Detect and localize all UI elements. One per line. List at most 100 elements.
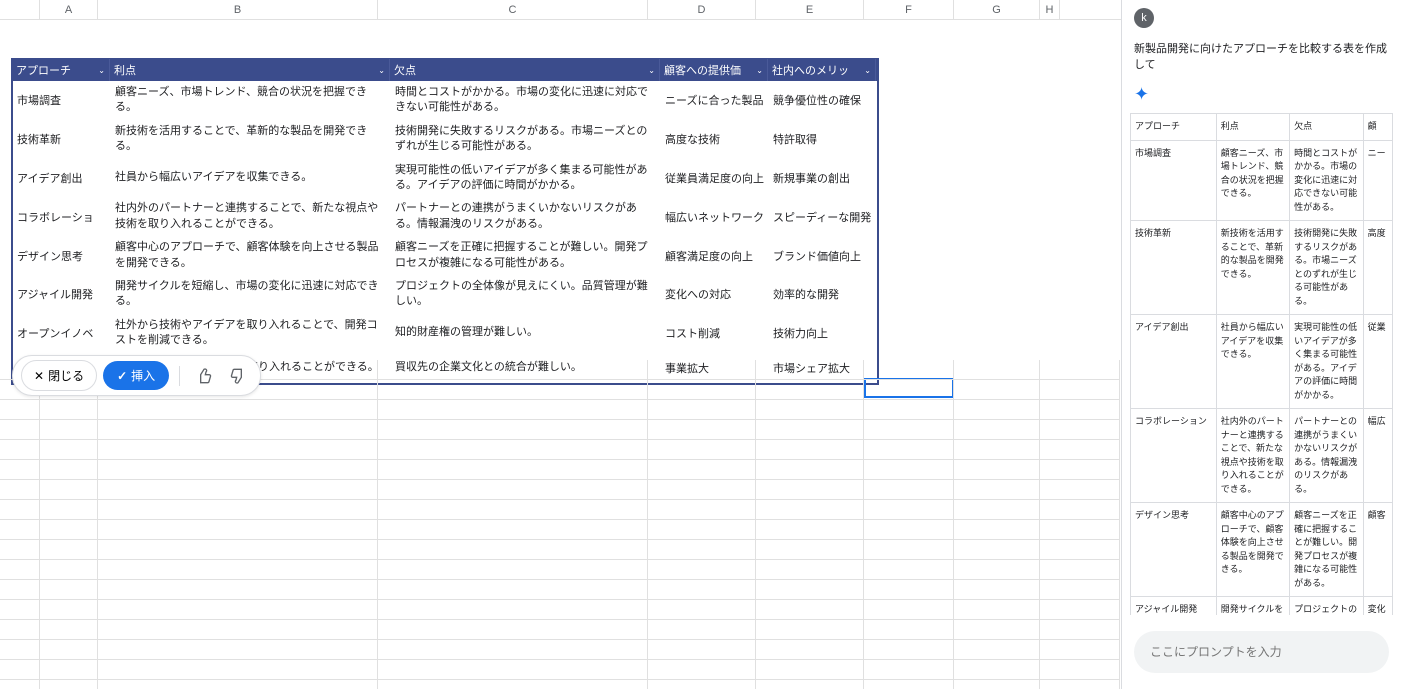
table-cell[interactable]: 効率的な開発: [769, 275, 877, 314]
table-cell[interactable]: 特許取得: [769, 120, 877, 159]
col-header-e[interactable]: E: [756, 0, 864, 19]
sidebar-table-row: アジャイル開発開発サイクルを短縮し、市場の変化に迅速に対応できる。プロジェクトの…: [1131, 597, 1393, 616]
sidebar-table-cell: 変化: [1363, 597, 1392, 616]
table-cell[interactable]: スピーディーな開発: [769, 197, 877, 236]
table-row[interactable]: アジャイル開発開発サイクルを短縮し、市場の変化に迅速に対応できる。プロジェクトの…: [12, 275, 878, 314]
sparkle-icon: ✦: [1122, 84, 1401, 113]
table-cell[interactable]: アジャイル開発: [13, 275, 111, 314]
sidebar-table-cell: 技術開発に失敗するリスクがある。市場ニーズとのずれが生じる可能性がある。: [1290, 221, 1363, 315]
prompt-input[interactable]: [1134, 631, 1389, 673]
sidebar-table-row: 市場調査顧客ニーズ、市場トレンド、競合の状況を把握できる。時間とコストがかかる。…: [1131, 140, 1393, 221]
col-header-c[interactable]: C: [378, 0, 648, 19]
table-cell[interactable]: 顧客ニーズを正確に把握することが難しい。開発プロセスが複雑になる可能性がある。: [391, 236, 661, 275]
sidebar-table: アプローチ 利点 欠点 顧 市場調査顧客ニーズ、市場トレンド、競合の状況を把握で…: [1130, 113, 1393, 615]
table-cell[interactable]: 技術革新: [13, 120, 111, 159]
header-customer[interactable]: 顧客への提供価⌄: [660, 59, 768, 81]
table-cell[interactable]: 変化への対応: [661, 275, 769, 314]
table-cell[interactable]: コスト削減: [661, 314, 769, 353]
header-cons[interactable]: 欠点 ⌄: [390, 59, 660, 81]
filter-icon[interactable]: ⌄: [864, 66, 871, 75]
thumbs-down-icon: [230, 368, 246, 384]
empty-grid-region[interactable]: [0, 360, 1121, 689]
table-cell[interactable]: 顧客ニーズ、市場トレンド、競合の状況を把握できる。: [111, 81, 391, 120]
table-cell[interactable]: 顧客中心のアプローチで、顧客体験を向上させる製品を開発できる。: [111, 236, 391, 275]
table-header-row: アプローチ⌄ 利点⌄ 欠点 ⌄ 顧客への提供価⌄ 社内へのメリッ⌄: [12, 59, 878, 81]
filter-icon[interactable]: ⌄: [648, 66, 655, 75]
data-table: アプローチ⌄ 利点⌄ 欠点⌄ 顧客への提供価⌄ 社内へのメリッ⌄ 市場調査顧客ニ…: [11, 58, 879, 385]
table-cell[interactable]: 知的財産権の管理が難しい。: [391, 314, 661, 353]
col-header-a[interactable]: A: [40, 0, 98, 19]
sidebar-table-cell: プロジェクトの全体像が見えにくい。品質管理が難しい。: [1290, 597, 1363, 616]
table-cell[interactable]: 開発サイクルを短縮し、市場の変化に迅速に対応できる。: [111, 275, 391, 314]
header-cons-label: 欠点: [394, 62, 416, 78]
col-header-f[interactable]: F: [864, 0, 954, 19]
thumbs-down-button[interactable]: [224, 362, 252, 390]
table-row[interactable]: 技術革新新技術を活用することで、革新的な製品を開発できる。技術開発に失敗するリス…: [12, 120, 878, 159]
table-row[interactable]: 市場調査顧客ニーズ、市場トレンド、競合の状況を把握できる。時間とコストがかかる。…: [12, 81, 878, 120]
table-cell[interactable]: 新規事業の創出: [769, 159, 877, 198]
col-header-d[interactable]: D: [648, 0, 756, 19]
thumbs-up-icon: [196, 368, 212, 384]
table-cell[interactable]: 技術力向上: [769, 314, 877, 353]
table-cell[interactable]: ニーズに合った製品: [661, 81, 769, 120]
col-header-b[interactable]: B: [98, 0, 378, 19]
table-cell[interactable]: 従業員満足度の向上: [661, 159, 769, 198]
header-pros[interactable]: 利点⌄: [110, 59, 390, 81]
table-cell[interactable]: アイデア創出: [13, 159, 111, 198]
side-header-customer: 顧: [1363, 114, 1392, 141]
col-header-h[interactable]: H: [1040, 0, 1060, 19]
table-cell[interactable]: 市場調査: [13, 81, 111, 120]
table-cell[interactable]: 社員から幅広いアイデアを収集できる。: [111, 159, 391, 198]
insert-button[interactable]: 挿入: [103, 361, 169, 390]
filter-icon[interactable]: ⌄: [756, 66, 763, 75]
table-cell[interactable]: 社外から技術やアイデアを取り入れることで、開発コストを削減できる。: [111, 314, 391, 353]
sidebar-table-header: アプローチ 利点 欠点 顧: [1131, 114, 1393, 141]
ai-sidebar: k 新製品開発に向けたアプローチを比較する表を作成して ✦ アプローチ 利点 欠…: [1121, 0, 1401, 689]
side-header-pros: 利点: [1216, 114, 1289, 141]
table-cell[interactable]: 顧客満足度の向上: [661, 236, 769, 275]
table-row[interactable]: デザイン思考顧客中心のアプローチで、顧客体験を向上させる製品を開発できる。顧客ニ…: [12, 236, 878, 275]
table-cell[interactable]: プロジェクトの全体像が見えにくい。品質管理が難しい。: [391, 275, 661, 314]
table-row[interactable]: コラボレーショ社内外のパートナーと連携することで、新たな視点や技術を取り入れるこ…: [12, 197, 878, 236]
close-label: 閉じる: [48, 367, 84, 384]
sidebar-table-cell: 市場調査: [1131, 140, 1217, 221]
table-cell[interactable]: 高度な技術: [661, 120, 769, 159]
sidebar-table-row: アイデア創出社員から幅広いアイデアを収集できる。実現可能性の低いアイデアが多く集…: [1131, 315, 1393, 409]
table-cell[interactable]: コラボレーショ: [13, 197, 111, 236]
col-header-g[interactable]: G: [954, 0, 1040, 19]
table-cell[interactable]: 時間とコストがかかる。市場の変化に迅速に対応できない可能性がある。: [391, 81, 661, 120]
sidebar-table-cell: 時間とコストがかかる。市場の変化に迅速に対応できない可能性がある。: [1290, 140, 1363, 221]
table-cell[interactable]: 実現可能性の低いアイデアが多く集まる可能性がある。アイデアの評価に時間がかかる。: [391, 159, 661, 198]
sidebar-table-cell: 実現可能性の低いアイデアが多く集まる可能性がある。アイデアの評価に時間がかかる。: [1290, 315, 1363, 409]
table-cell[interactable]: 新技術を活用することで、革新的な製品を開発できる。: [111, 120, 391, 159]
header-approach[interactable]: アプローチ⌄: [12, 59, 110, 81]
thumbs-up-button[interactable]: [190, 362, 218, 390]
sidebar-table-cell: 幅広: [1363, 409, 1392, 503]
sidebar-table-cell: デザイン思考: [1131, 503, 1217, 597]
table-cell[interactable]: オープンイノベ: [13, 314, 111, 353]
select-all-corner[interactable]: [0, 0, 40, 19]
side-header-cons: 欠点: [1290, 114, 1363, 141]
column-headers: A B C D E F G H: [0, 0, 1121, 20]
table-cell[interactable]: ブランド価値向上: [769, 236, 877, 275]
close-button[interactable]: 閉じる: [21, 360, 97, 391]
sidebar-header: k: [1122, 0, 1401, 36]
side-header-approach: アプローチ: [1131, 114, 1217, 141]
table-row[interactable]: オープンイノベ社外から技術やアイデアを取り入れることで、開発コストを削減できる。…: [12, 314, 878, 353]
sidebar-table-cell: 従業: [1363, 315, 1392, 409]
table-cell[interactable]: 幅広いネットワーク: [661, 197, 769, 236]
divider: [179, 366, 180, 386]
table-cell[interactable]: 社内外のパートナーと連携することで、新たな視点や技術を取り入れることができる。: [111, 197, 391, 236]
sidebar-table-wrap: アプローチ 利点 欠点 顧 市場調査顧客ニーズ、市場トレンド、競合の状況を把握で…: [1122, 113, 1401, 615]
header-internal[interactable]: 社内へのメリッ⌄: [768, 59, 876, 81]
table-cell[interactable]: デザイン思考: [13, 236, 111, 275]
sidebar-table-cell: アジャイル開発: [1131, 597, 1217, 616]
filter-icon[interactable]: ⌄: [98, 66, 105, 75]
table-row[interactable]: アイデア創出社員から幅広いアイデアを収集できる。実現可能性の低いアイデアが多く集…: [12, 159, 878, 198]
suggestion-action-bar: 閉じる 挿入: [12, 355, 261, 396]
table-cell[interactable]: 技術開発に失敗するリスクがある。市場ニーズとのずれが生じる可能性がある。: [391, 120, 661, 159]
table-cell[interactable]: パートナーとの連携がうまくいかないリスクがある。情報漏洩のリスクがある。: [391, 197, 661, 236]
filter-icon[interactable]: ⌄: [378, 66, 385, 75]
table-cell[interactable]: 競争優位性の確保: [769, 81, 877, 120]
close-icon: [34, 369, 44, 383]
